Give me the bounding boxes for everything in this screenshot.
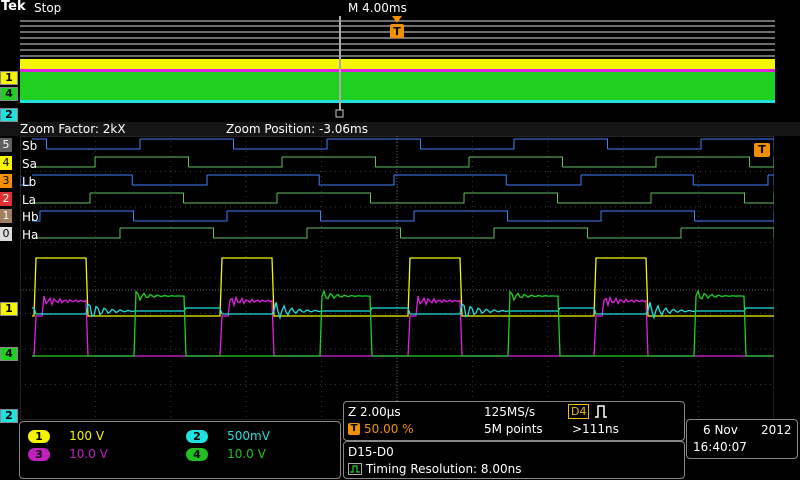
sample-rate: 125MS/s	[484, 405, 536, 419]
overview-marker-4[interactable]: 4	[0, 87, 18, 101]
digital-trace-sb	[32, 138, 774, 150]
timing-resolution: Timing Resolution: 8.00ns	[366, 462, 522, 476]
digital-marker-1[interactable]: 1	[0, 209, 12, 223]
trigger-marker-label: T	[393, 25, 401, 38]
trigger-position-icon: T	[348, 423, 360, 435]
digital-trace-la	[32, 192, 774, 204]
digital-label-lb: Lb	[22, 175, 37, 189]
trigger-position: 50.00 %	[364, 422, 414, 436]
ch4-chip: 4	[186, 448, 208, 461]
date-day: 6 Nov	[703, 423, 738, 437]
brand-logo: Tek	[1, 0, 26, 14]
ch3-chip: 3	[28, 448, 50, 461]
digital-trace-ha	[32, 227, 774, 239]
zoom-timescale: Z 2.00µs	[348, 405, 401, 419]
digital-label-ha: Ha	[22, 228, 39, 242]
ch4-readout[interactable]: 4 10.0 V	[186, 443, 266, 462]
bus-label: D15-D0	[348, 445, 394, 459]
ch2-scale: 500mV	[227, 429, 270, 443]
ch4-trace	[32, 289, 774, 357]
digital-label-sb: Sb	[22, 139, 38, 153]
zoom-marker-4[interactable]: 4	[0, 347, 18, 361]
digital-trace-hb	[32, 210, 774, 222]
zoom-graticule	[20, 136, 774, 420]
ch1-scale: 100 V	[69, 429, 105, 443]
overview-marker-2[interactable]: 2	[0, 108, 18, 122]
digital-trace-sa	[32, 156, 774, 168]
digital-label-la: La	[22, 193, 37, 207]
trigger-level: >111ns	[572, 422, 619, 436]
trigger-source-chip: D4	[568, 404, 590, 419]
clock-time: 16:40:07	[693, 440, 747, 454]
timebase-readout[interactable]: M 4.00ms	[348, 1, 407, 15]
ch1-trace	[32, 257, 774, 317]
ch1-chip: 1	[28, 430, 50, 443]
ch3-trace	[32, 295, 774, 357]
ch4-scale: 10.0 V	[227, 447, 266, 461]
ch2-readout[interactable]: 2 500mV	[186, 425, 270, 444]
digital-marker-2[interactable]: 2	[0, 192, 12, 206]
channel-scale-panel: 1 100 V 2 500mV 3 10.0 V 4 10.0 V	[19, 421, 341, 479]
ch1-readout[interactable]: 1 100 V	[28, 425, 104, 444]
datetime-panel: 6 Nov 2012 16:40:07	[686, 419, 798, 459]
digital-marker-0[interactable]: 0	[0, 227, 12, 241]
overview-ch1-envelope	[20, 59, 775, 69]
trigger-arrow-icon	[392, 16, 402, 23]
pulse-icon	[595, 405, 607, 418]
acquisition-state: Stop	[34, 1, 62, 15]
overview-ch3-envelope	[20, 69, 775, 72]
ch3-readout[interactable]: 3 10.0 V	[28, 443, 108, 462]
overview-ch4-envelope	[20, 72, 775, 102]
digital-marker-5[interactable]: 5	[0, 138, 12, 152]
bus-panel[interactable]: D15-D0 Timing Resolution: 8.00ns	[343, 441, 685, 479]
date-year: 2012	[761, 423, 792, 437]
zoom-trigger-marker[interactable]: T	[754, 143, 770, 157]
zoom-position[interactable]: Zoom Position: -3.06ms	[226, 122, 368, 136]
digital-label-hb: Hb	[22, 210, 39, 224]
digital-label-sa: Sa	[22, 157, 37, 171]
zoom-marker-1[interactable]: 1	[0, 302, 18, 316]
overview-marker-1[interactable]: 1	[0, 71, 18, 85]
horizontal-panel[interactable]: Z 2.00µs 125MS/s D4 T 50.00 % 5M points …	[343, 401, 685, 441]
digital-marker-4[interactable]: 4	[0, 156, 12, 170]
digital-marker-3[interactable]: 3	[0, 174, 12, 188]
record-overview[interactable]: T	[0, 14, 800, 120]
zoom-marker-2[interactable]: 2	[0, 409, 18, 423]
ch2-chip: 2	[186, 430, 208, 443]
timing-icon	[348, 463, 362, 475]
overview-ch2-envelope	[20, 100, 775, 103]
ch3-scale: 10.0 V	[69, 447, 108, 461]
zoom-factor: Zoom Factor: 2kX	[20, 122, 126, 136]
record-length: 5M points	[484, 422, 543, 436]
zoom-position-handle[interactable]	[335, 109, 344, 118]
